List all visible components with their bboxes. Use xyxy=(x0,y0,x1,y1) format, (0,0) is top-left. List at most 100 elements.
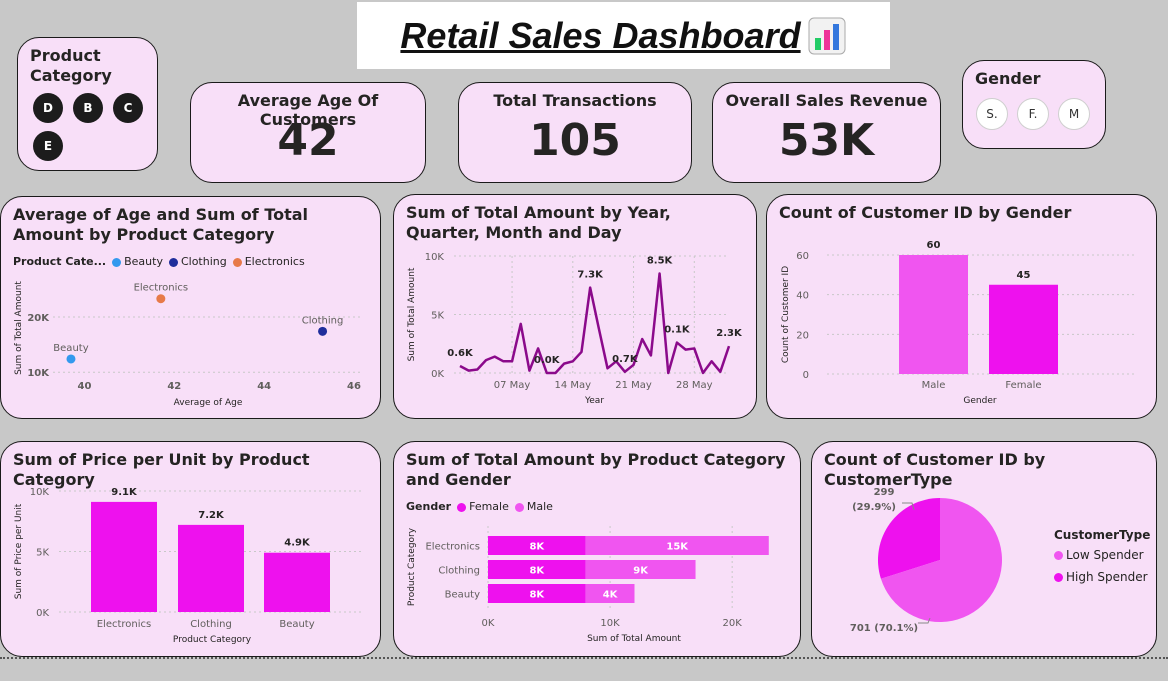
stacked-bar-label: 4K xyxy=(603,590,619,601)
line-series xyxy=(459,272,731,375)
gender-x-tick: Male xyxy=(922,380,946,391)
scatter-plot: 10K 20K 40 42 44 46 Average of Age Sum of Total… xyxy=(14,281,363,408)
line-data-label: 8.5K xyxy=(647,256,674,267)
line-x-tick: 14 May xyxy=(555,380,592,391)
kpi-label: Total Transactions xyxy=(493,91,657,110)
gender-slicer: Gender S. F. M xyxy=(962,60,1106,149)
price-bar-label: 7.2K xyxy=(198,510,225,521)
kpi-label: Overall Sales Revenue xyxy=(725,91,928,110)
price-x-tick: Electronics xyxy=(97,619,152,630)
price-y-tick: 10K xyxy=(30,487,50,498)
gender-y-tick: 60 xyxy=(796,251,809,262)
pie-label-high: 299 xyxy=(874,487,895,498)
scatter-x-tick: 40 xyxy=(77,381,91,392)
stacked-bar-label: 8K xyxy=(529,566,545,577)
gender-chip-f[interactable]: F. xyxy=(1017,98,1049,130)
gender-y-label: Count of Customer ID xyxy=(781,266,791,363)
stacked-bar-label: 9K xyxy=(633,566,649,577)
price-x-tick: Clothing xyxy=(190,619,232,630)
scatter-x-label: Average of Age xyxy=(174,398,243,408)
line-plot: 0K 5K 10K 07 May 14 May 21 May 28 May Year Sum o… xyxy=(407,252,743,406)
line-y-tick: 10K xyxy=(425,252,445,263)
scatter-point-label: Clothing xyxy=(302,315,344,326)
stacked-x-tick: 20K xyxy=(723,618,743,629)
dashboard-title-box: Retail Sales Dashboard xyxy=(357,2,890,69)
gender-chip-m[interactable]: M xyxy=(1058,98,1090,130)
line-y-tick: 0K xyxy=(431,369,444,380)
gender-slicer-title: Gender xyxy=(975,69,1041,88)
pie-label-low: 701 (70.1%) xyxy=(850,623,918,634)
scatter-y-tick: 10K xyxy=(27,368,50,379)
line-data-label: 2.3K xyxy=(716,328,743,339)
category-chip-b[interactable]: B xyxy=(73,93,103,123)
stacked-x-tick: 10K xyxy=(600,618,620,629)
gender-x-label: Gender xyxy=(963,396,996,406)
category-chip-c[interactable]: C xyxy=(113,93,143,123)
line-y-label: Sum of Total Amount xyxy=(407,267,417,361)
stacked-x-label: Sum of Total Amount xyxy=(587,634,681,644)
product-category-slicer: Product Category D B C E xyxy=(17,37,158,171)
price-bar-clothing xyxy=(178,524,244,612)
line-y-tick: 5K xyxy=(431,311,444,322)
category-chip-d[interactable]: D xyxy=(33,93,63,123)
pie-card: Count of Customer ID by CustomerType Cus… xyxy=(811,441,1157,657)
scatter-x-tick: 44 xyxy=(257,381,271,392)
price-y-label: Sum of Price per Unit xyxy=(14,503,24,599)
line-x-tick: 21 May xyxy=(615,380,652,391)
stacked-x-tick: 0K xyxy=(482,618,495,629)
chart-emoji-icon xyxy=(808,17,846,54)
line-data-label: 0.6K xyxy=(447,348,474,359)
line-card: Sum of Total Amount by Year, Quarter, Mo… xyxy=(393,194,757,419)
line-data-label: 0.0K xyxy=(534,355,561,366)
scatter-point-label: Beauty xyxy=(53,343,88,354)
stacked-y-tick: Clothing xyxy=(438,566,480,577)
price-bar-label: 9.1K xyxy=(111,487,138,498)
line-x-tick: 28 May xyxy=(676,380,713,391)
scatter-y-label: Sum of Total Amount xyxy=(14,281,24,375)
kpi-value: 53K xyxy=(778,115,875,166)
kpi-sales-revenue: Overall Sales Revenue 53K xyxy=(712,82,941,183)
stacked-bar-label: 15K xyxy=(666,542,689,553)
scatter-point-electronics xyxy=(156,294,166,304)
page-bottom-divider xyxy=(0,657,1168,659)
price-x-label: Product Category xyxy=(173,635,252,645)
gender-y-tick: 20 xyxy=(796,330,809,341)
scatter-y-tick: 20K xyxy=(27,313,50,324)
stacked-bar-label: 8K xyxy=(529,590,545,601)
pie-plot: 299 (29.9%) 701 (70.1%) xyxy=(850,487,1002,634)
line-x-label: Year xyxy=(584,396,604,406)
scatter-point-label: Electronics xyxy=(134,283,189,294)
gender-bar-male xyxy=(899,255,968,374)
gender-x-tick: Female xyxy=(1005,380,1041,391)
line-data-label: 0.1K xyxy=(664,325,691,336)
price-y-tick: 5K xyxy=(36,548,49,559)
gender-chip-s[interactable]: S. xyxy=(976,98,1008,130)
gender-y-tick: 0 xyxy=(803,370,809,381)
kpi-total-transactions: Total Transactions 105 xyxy=(458,82,692,183)
stacked-y-tick: Beauty xyxy=(445,590,480,601)
category-chip-e[interactable]: E xyxy=(33,131,63,161)
pie-label-high-pct: (29.9%) xyxy=(852,502,896,513)
price-bar-plot: 0K 5K 10K 9.1K Electronics 7.2K Clothing 4.9K Be… xyxy=(14,487,363,645)
kpi-average-age: Average Age Of Customers 42 xyxy=(190,82,426,183)
price-bar-beauty xyxy=(264,552,330,612)
stacked-y-tick: Electronics xyxy=(425,542,480,553)
gender-y-tick: 40 xyxy=(796,291,809,302)
stacked-bar-card: Sum of Total Amount by Product Category … xyxy=(393,441,801,657)
stacked-y-label: Product Category xyxy=(407,527,417,606)
gender-bar-label: 45 xyxy=(1017,270,1031,281)
gender-bar-plot: 0 20 40 60 60 Male 45 Female Gender Count of Cust… xyxy=(781,240,1137,406)
kpi-value: 42 xyxy=(277,115,339,166)
price-y-tick: 0K xyxy=(36,608,49,619)
scatter-point-clothing xyxy=(318,326,328,336)
dashboard-title: Retail Sales Dashboard xyxy=(400,14,801,56)
scatter-card: Average of Age and Sum of Total Amount b… xyxy=(0,196,381,419)
price-bar-label: 4.9K xyxy=(284,538,311,549)
line-data-label: 0.7K xyxy=(612,354,639,365)
scatter-x-tick: 46 xyxy=(347,381,361,392)
stacked-bar-label: 8K xyxy=(529,542,545,553)
price-bar-electronics xyxy=(91,501,157,612)
price-x-tick: Beauty xyxy=(279,619,314,630)
scatter-point-beauty xyxy=(66,354,76,364)
gender-bar-label: 60 xyxy=(927,240,941,251)
